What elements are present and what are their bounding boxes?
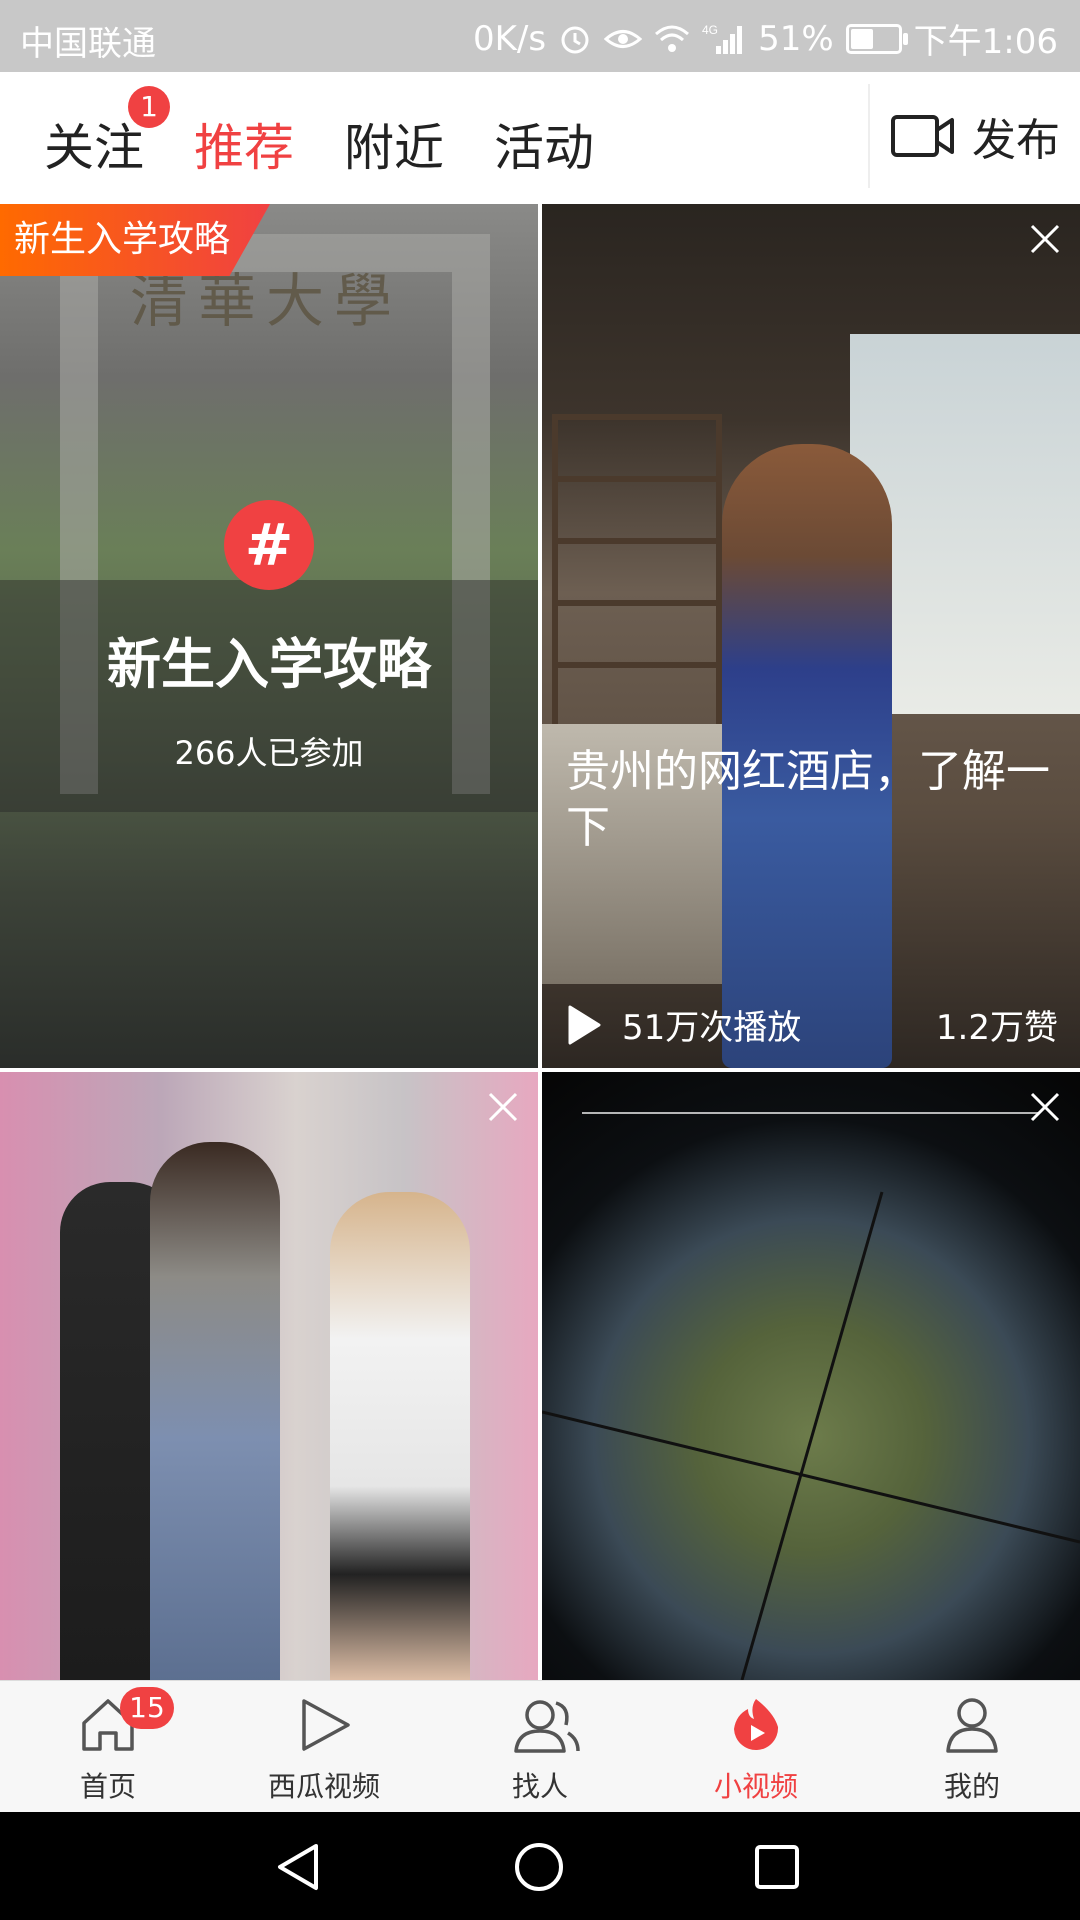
top-tab-bar: 关注 1 推荐 附近 活动 发布 bbox=[0, 72, 1080, 204]
play-icon bbox=[568, 1005, 601, 1044]
bottom-nav: 15 首页 西瓜视频 找人 小视频 我的 bbox=[0, 1680, 1080, 1813]
alarm-icon bbox=[558, 22, 592, 56]
tab-nearby[interactable]: 附近 bbox=[344, 108, 444, 180]
nav-short-video[interactable]: 小视频 bbox=[648, 1681, 864, 1813]
tab-label: 推荐 bbox=[194, 119, 294, 177]
battery-icon bbox=[845, 23, 908, 54]
signal-icon: 4G bbox=[702, 22, 746, 56]
clock: 下午1:06 bbox=[913, 22, 1058, 62]
back-icon[interactable] bbox=[272, 1840, 326, 1894]
shelf-image bbox=[552, 414, 722, 774]
system-nav-bar bbox=[0, 1812, 1080, 1920]
close-icon[interactable] bbox=[1028, 222, 1062, 256]
feed-tabs: 关注 1 推荐 附近 活动 bbox=[44, 86, 594, 180]
person-image bbox=[150, 1142, 280, 1680]
people-icon bbox=[514, 1700, 580, 1753]
battery-percent: 51% bbox=[758, 18, 834, 59]
video-grid: 清華大學 新生入学攻略 # 新生入学攻略 266人已参加 贵州的网红酒店，了解一… bbox=[0, 204, 1080, 1680]
video-card[interactable] bbox=[0, 1072, 538, 1680]
nav-label: 我的 bbox=[943, 1770, 1000, 1803]
publish-button[interactable]: 发布 bbox=[868, 84, 1080, 188]
person-image bbox=[330, 1192, 470, 1680]
video-camera-icon bbox=[891, 115, 954, 157]
video-title: 贵州的网红酒店，了解一下 bbox=[566, 746, 1050, 853]
participant-count: 266人已参加 bbox=[174, 734, 364, 772]
tab-events[interactable]: 活动 bbox=[494, 108, 594, 180]
tab-label: 活动 bbox=[494, 119, 594, 177]
tab-recommended[interactable]: 推荐 bbox=[194, 108, 294, 180]
home-badge: 15 bbox=[120, 1687, 174, 1729]
video-stats: 51万次播放 1.2万赞 bbox=[566, 1000, 1058, 1049]
wifi-icon bbox=[654, 24, 690, 54]
play-icon bbox=[302, 1699, 350, 1751]
tab-label: 关注 bbox=[44, 119, 144, 177]
home-circle-icon[interactable] bbox=[512, 1840, 566, 1894]
tab-label: 附近 bbox=[344, 119, 444, 177]
close-icon[interactable] bbox=[486, 1090, 520, 1124]
video-card[interactable]: 贵州的网红酒店，了解一下 51万次播放 1.2万赞 bbox=[542, 204, 1080, 1068]
nav-label: 找人 bbox=[511, 1770, 568, 1803]
eye-icon bbox=[604, 24, 643, 54]
nav-home[interactable]: 15 首页 bbox=[0, 1681, 216, 1813]
topic-card[interactable]: 清華大學 新生入学攻略 # 新生入学攻略 266人已参加 bbox=[0, 204, 538, 1068]
nav-label: 首页 bbox=[79, 1770, 136, 1803]
nav-profile[interactable]: 我的 bbox=[864, 1681, 1080, 1813]
recents-icon[interactable] bbox=[752, 1842, 802, 1892]
hashtag-icon: # bbox=[224, 500, 314, 590]
nav-label: 小视频 bbox=[713, 1770, 798, 1803]
video-card[interactable] bbox=[542, 1072, 1080, 1680]
close-icon[interactable] bbox=[1028, 1090, 1062, 1124]
short-video-icon bbox=[734, 1699, 779, 1751]
notification-badge: 1 bbox=[128, 86, 170, 128]
network-type: 4G bbox=[702, 23, 718, 37]
network-speed: 0K/s bbox=[472, 18, 547, 59]
play-count: 51万次播放 bbox=[622, 1008, 802, 1048]
status-bar: 中国联通 0K/s 4G 51% 下午1:06 bbox=[0, 0, 1080, 72]
scope-crosshair bbox=[542, 1191, 1080, 1680]
topic-title: 新生入学攻略 bbox=[107, 633, 431, 696]
carrier-label: 中国联通 bbox=[20, 24, 156, 64]
nav-label: 西瓜视频 bbox=[267, 1770, 380, 1803]
nav-xigua-video[interactable]: 西瓜视频 bbox=[216, 1681, 432, 1813]
person-icon bbox=[946, 1698, 998, 1753]
status-icons: 0K/s 4G 51% 下午1:06 bbox=[473, 14, 1058, 63]
tab-following[interactable]: 关注 1 bbox=[44, 86, 170, 180]
like-count: 1.2万赞 bbox=[935, 1008, 1058, 1048]
nav-find-people[interactable]: 找人 bbox=[432, 1681, 648, 1813]
topic-corner-tag: 新生入学攻略 bbox=[0, 204, 271, 276]
publish-label: 发布 bbox=[972, 115, 1060, 166]
